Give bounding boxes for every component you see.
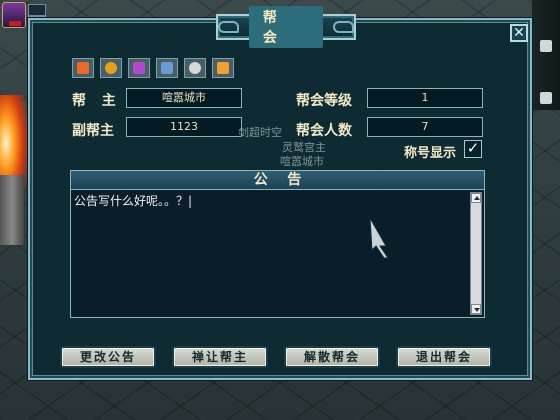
leader-field: 喧嚣城市 — [126, 88, 242, 108]
window-titlebar: 帮会 — [216, 6, 356, 48]
mouse-cursor-icon — [369, 217, 389, 259]
change-notice-button[interactable]: 更改公告 — [60, 346, 156, 368]
notice-scrollbar[interactable] — [470, 192, 482, 315]
transfer-leader-button[interactable]: 禅让帮主 — [172, 346, 268, 368]
notice-content[interactable]: 公告写什么好呢。。？| — [74, 192, 192, 209]
hud-slot-1[interactable] — [28, 4, 46, 16]
disband-guild-button[interactable]: 解散帮会 — [284, 346, 380, 368]
members-field: 7 — [367, 117, 483, 137]
hud-marker-icon — [540, 40, 552, 52]
search-icon[interactable] — [184, 58, 206, 78]
members-label: 帮会人数 — [296, 123, 352, 139]
home-icon[interactable] — [72, 58, 94, 78]
leader-label: 帮 主 — [72, 93, 118, 109]
guild-toolbar — [72, 58, 234, 78]
background-nametag: 喧嚣城市 — [280, 155, 324, 168]
ornament-icon — [333, 21, 354, 33]
close-button[interactable]: ✕ — [510, 24, 528, 42]
background-nametag: 剑超时空 — [238, 126, 282, 139]
hierarchy-icon[interactable] — [156, 58, 178, 78]
title-display-label: 称号显示 — [404, 146, 457, 161]
ornament-icon — [218, 21, 239, 33]
guild-window: 帮会 ✕ 帮 主 喧嚣城市 副帮主 1123 帮会等级 1 帮会人数 7 剑超时… — [28, 6, 532, 380]
vice-leader-label: 副帮主 — [72, 123, 114, 139]
stone-pillar — [0, 175, 24, 245]
notice-textarea[interactable]: 公告写什么好呢。。？| — [70, 190, 485, 318]
title-display-checkbox[interactable]: ✓ — [464, 140, 482, 158]
window-title: 帮会 — [248, 6, 324, 48]
scroll-up-icon[interactable] — [471, 193, 481, 203]
right-hud-strip — [532, 0, 560, 110]
leave-guild-button[interactable]: 退出帮会 — [396, 346, 492, 368]
scroll-down-icon[interactable] — [471, 304, 481, 314]
level-label: 帮会等级 — [296, 93, 352, 109]
vice-leader-field: 1123 — [126, 117, 242, 137]
document-icon[interactable] — [212, 58, 234, 78]
ring-icon[interactable] — [100, 58, 122, 78]
hud-marker-icon — [540, 92, 552, 104]
notice-header: 公 告 — [70, 170, 485, 190]
members-icon[interactable] — [128, 58, 150, 78]
player-status-icon[interactable] — [2, 2, 26, 28]
level-field: 1 — [367, 88, 483, 108]
